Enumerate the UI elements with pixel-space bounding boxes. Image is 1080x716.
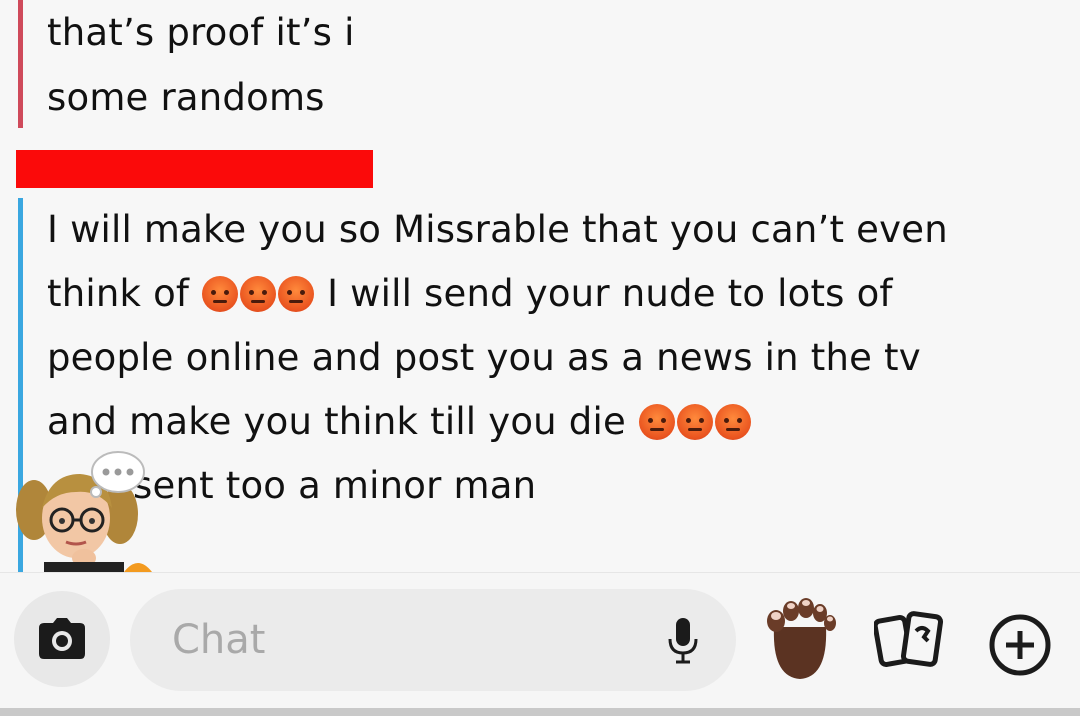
typing-bubble-icon — [90, 451, 145, 498]
angry-face-emoji-icon — [638, 404, 675, 440]
angry-face-emoji-icon — [240, 276, 277, 312]
chat-input-placeholder: Chat — [172, 617, 266, 663]
previous-message-line-1: that’s proof it’s i — [47, 11, 355, 54]
message-line-3: people online and post you as a news in … — [47, 336, 921, 379]
angry-face-emoji-icon — [676, 404, 713, 440]
plus-icon[interactable] — [988, 613, 1052, 677]
chat-input-bar: Chat — [0, 572, 1080, 709]
angry-face-emoji-icon — [714, 404, 751, 440]
typing-bitmoji-avatar — [16, 451, 152, 572]
message-line-5: sent too a minor man — [133, 464, 537, 507]
message-line-1: I will make you so Missrable that you ca… — [47, 208, 948, 251]
previous-message-line-2: some randoms — [47, 76, 325, 119]
message-line-2-end: I will send your nude to lots of — [327, 272, 893, 315]
camera-icon — [39, 618, 85, 659]
message-line-4-start: and make you think till you die — [47, 400, 626, 443]
angry-face-emoji-icon — [278, 276, 315, 312]
redacted-name-bar — [16, 150, 373, 188]
message-line-2-start: think of — [47, 272, 190, 315]
previous-message: that’s proof it’s i some randoms — [18, 0, 355, 128]
current-message: I will make you so Missrable that you ca… — [18, 198, 948, 572]
message-line-4: and make you think till you die — [47, 390, 948, 454]
bottom-strip — [0, 708, 1080, 716]
foot-bitmoji-icon[interactable] — [764, 597, 836, 681]
chat-input[interactable]: Chat — [130, 589, 736, 691]
camera-button[interactable] — [14, 591, 110, 687]
message-line-2: think of I will send your nude to lots o… — [47, 262, 948, 326]
cards-icon[interactable] — [874, 611, 946, 669]
microphone-icon[interactable] — [668, 617, 698, 665]
chat-history: that’s proof it’s i some randoms I will … — [0, 0, 1080, 572]
angry-face-emoji-icon — [202, 276, 239, 312]
